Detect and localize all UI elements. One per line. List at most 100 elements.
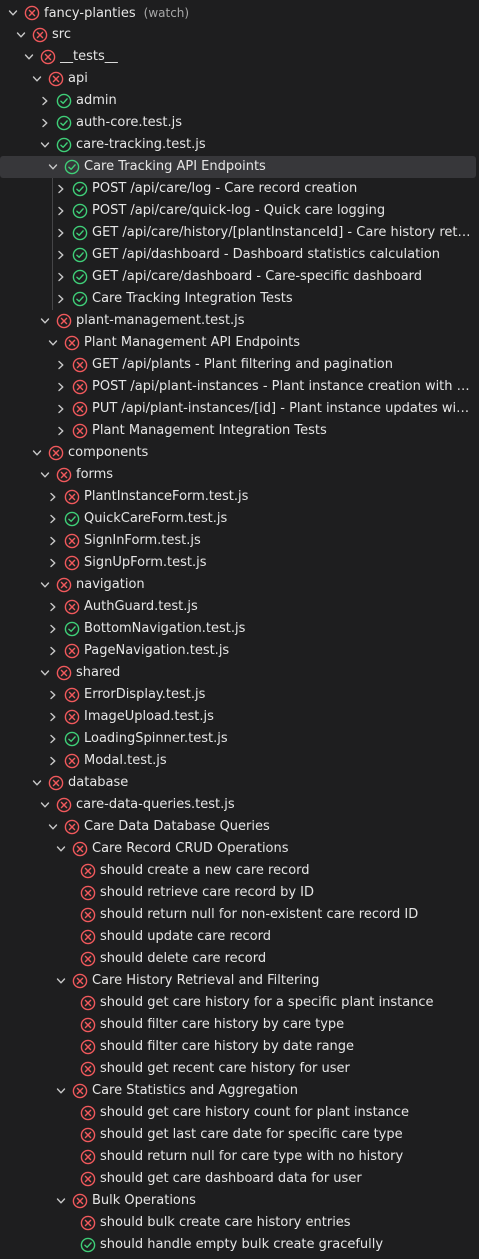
chevron-down-icon[interactable] [40,580,50,590]
tree-item-plant-management-integration-tests[interactable]: Plant Management Integration Tests [0,420,476,442]
chevron-right-icon[interactable] [48,624,58,634]
tree-item-imageupload-test-js[interactable]: ImageUpload.test.js [0,706,476,728]
tree-item-put-api-plant-instances-id-plant-instanc[interactable]: PUT /api/plant-instances/[id] - Plant in… [0,398,476,420]
chevron-down-icon[interactable] [56,1086,66,1096]
chevron-right-icon[interactable] [48,602,58,612]
chevron-right-icon[interactable] [56,184,66,194]
chevron-down-icon[interactable] [40,140,50,150]
chevron-right-icon[interactable] [56,404,66,414]
tree-item-src[interactable]: src [0,24,476,46]
tree-item-care-tracking-api-endpoints[interactable]: Care Tracking API Endpoints [0,156,476,178]
chevron-right-icon[interactable] [56,228,66,238]
tree-item-shared[interactable]: shared [0,662,476,684]
tree-item-auth-core-test-js[interactable]: auth-core.test.js [0,112,476,134]
chevron-right-icon[interactable] [40,118,50,128]
tree-item-signupform-test-js[interactable]: SignUpForm.test.js [0,552,476,574]
tree-item-should-bulk-create-care-history-entries[interactable]: should bulk create care history entries [0,1212,476,1234]
chevron-right-icon[interactable] [48,492,58,502]
tree-item-should-return-null-for-care-type-with-no[interactable]: should return null for care type with no… [0,1146,476,1168]
chevron-down-icon[interactable] [32,448,42,458]
tree-item-should-get-last-care-date-for-specific-c[interactable]: should get last care date for specific c… [0,1124,476,1146]
tree-item-get-api-plants-plant-filtering-and-pagin[interactable]: GET /api/plants - Plant filtering and pa… [0,354,476,376]
tree-item-signinform-test-js[interactable]: SignInForm.test.js [0,530,476,552]
chevron-right-icon[interactable] [48,734,58,744]
tree-item-loadingspinner-test-js[interactable]: LoadingSpinner.test.js [0,728,476,750]
chevron-right-icon[interactable] [48,536,58,546]
chevron-right-icon[interactable] [56,382,66,392]
tree-item-database[interactable]: database [0,772,476,794]
tree-item-get-api-care-dashboard-care-specific-das[interactable]: GET /api/care/dashboard - Care-specific … [0,266,476,288]
tree-item-should-get-care-dashboard-data-for-user[interactable]: should get care dashboard data for user [0,1168,476,1190]
chevron-down-icon[interactable] [48,822,58,832]
chevron-down-icon[interactable] [24,52,34,62]
tree-item-plant-management-api-endpoints[interactable]: Plant Management API Endpoints [0,332,476,354]
tree-item-should-return-null-for-non-existent-care[interactable]: should return null for non-existent care… [0,904,476,926]
tree-item-bulk-operations[interactable]: Bulk Operations [0,1190,476,1212]
tree-item-care-statistics-and-aggregation[interactable]: Care Statistics and Aggregation [0,1080,476,1102]
tree-item-care-data-database-queries[interactable]: Care Data Database Queries [0,816,476,838]
tree-item-api[interactable]: api [0,68,476,90]
tree-item-should-delete-care-record[interactable]: should delete care record [0,948,476,970]
tree-item-forms[interactable]: forms [0,464,476,486]
tree-item-pagenavigation-test-js[interactable]: PageNavigation.test.js [0,640,476,662]
chevron-down-icon[interactable] [8,8,18,18]
tree-item-should-filter-care-history-by-care-type[interactable]: should filter care history by care type [0,1014,476,1036]
tree-item-should-retrieve-care-record-by-id[interactable]: should retrieve care record by ID [0,882,476,904]
tree-item-admin[interactable]: admin [0,90,476,112]
chevron-right-icon[interactable] [40,96,50,106]
chevron-right-icon[interactable] [56,360,66,370]
chevron-right-icon[interactable] [48,690,58,700]
chevron-right-icon[interactable] [48,756,58,766]
tree-item-should-create-a-new-care-record[interactable]: should create a new care record [0,860,476,882]
tree-item-care-record-crud-operations[interactable]: Care Record CRUD Operations [0,838,476,860]
chevron-down-icon[interactable] [40,668,50,678]
tree-item-post-api-care-quick-log-quick-care-loggi[interactable]: POST /api/care/quick-log - Quick care lo… [0,200,476,222]
chevron-down-icon[interactable] [40,800,50,810]
chevron-down-icon[interactable] [48,338,58,348]
chevron-down-icon[interactable] [40,470,50,480]
tree-item-modal-test-js[interactable]: Modal.test.js [0,750,476,772]
tree-item-fancy-planties[interactable]: fancy-planties (watch) [0,2,476,24]
tree-item-should-update-care-record[interactable]: should update care record [0,926,476,948]
tree-item-care-data-queries-test-js[interactable]: care-data-queries.test.js [0,794,476,816]
tree-item-care-tracking-test-js[interactable]: care-tracking.test.js [0,134,476,156]
chevron-down-icon[interactable] [16,30,26,40]
tree-item-should-filter-care-history-by-date-range[interactable]: should filter care history by date range [0,1036,476,1058]
chevron-down-icon[interactable] [32,74,42,84]
chevron-down-icon[interactable] [56,976,66,986]
tree-item-should-get-care-history-for-a-specific-p[interactable]: should get care history for a specific p… [0,992,476,1014]
tree-item-errordisplay-test-js[interactable]: ErrorDisplay.test.js [0,684,476,706]
tree-item-should-handle-empty-bulk-create-graceful[interactable]: should handle empty bulk create graceful… [0,1234,476,1256]
tree-item-plantinstanceform-test-js[interactable]: PlantInstanceForm.test.js [0,486,476,508]
tree-item-authguard-test-js[interactable]: AuthGuard.test.js [0,596,476,618]
chevron-right-icon[interactable] [56,206,66,216]
tree-item-get-api-care-history-plantinstanceid-car[interactable]: GET /api/care/history/[plantInstanceId] … [0,222,476,244]
tree-item-tests[interactable]: __tests__ [0,46,476,68]
chevron-right-icon[interactable] [56,272,66,282]
chevron-right-icon[interactable] [48,712,58,722]
chevron-right-icon[interactable] [56,294,66,304]
tree-item-bottomnavigation-test-js[interactable]: BottomNavigation.test.js [0,618,476,640]
tree-item-should-get-recent-care-history-for-user[interactable]: should get recent care history for user [0,1058,476,1080]
chevron-right-icon[interactable] [56,426,66,436]
chevron-right-icon[interactable] [48,514,58,524]
chevron-right-icon[interactable] [48,646,58,656]
chevron-right-icon[interactable] [48,558,58,568]
tree-item-should-get-care-history-count-for-plant-[interactable]: should get care history count for plant … [0,1102,476,1124]
chevron-right-icon[interactable] [56,250,66,260]
chevron-down-icon[interactable] [48,162,58,172]
tree-item-components[interactable]: components [0,442,476,464]
chevron-down-icon[interactable] [56,1196,66,1206]
tree-item-plant-management-test-js[interactable]: plant-management.test.js [0,310,476,332]
tree-item-care-tracking-integration-tests[interactable]: Care Tracking Integration Tests [0,288,476,310]
tree-item-post-api-care-log-care-record-creation[interactable]: POST /api/care/log - Care record creatio… [0,178,476,200]
chevron-down-icon[interactable] [32,778,42,788]
tree-item-care-history-retrieval-and-filtering[interactable]: Care History Retrieval and Filtering [0,970,476,992]
passed-check-icon [80,1237,96,1253]
tree-item-navigation[interactable]: navigation [0,574,476,596]
chevron-down-icon[interactable] [40,316,50,326]
tree-item-quickcareform-test-js[interactable]: QuickCareForm.test.js [0,508,476,530]
tree-item-post-api-plant-instances-plant-instance-[interactable]: POST /api/plant-instances - Plant instan… [0,376,476,398]
tree-item-get-api-dashboard-dashboard-statistics-c[interactable]: GET /api/dashboard - Dashboard statistic… [0,244,476,266]
chevron-down-icon[interactable] [56,844,66,854]
